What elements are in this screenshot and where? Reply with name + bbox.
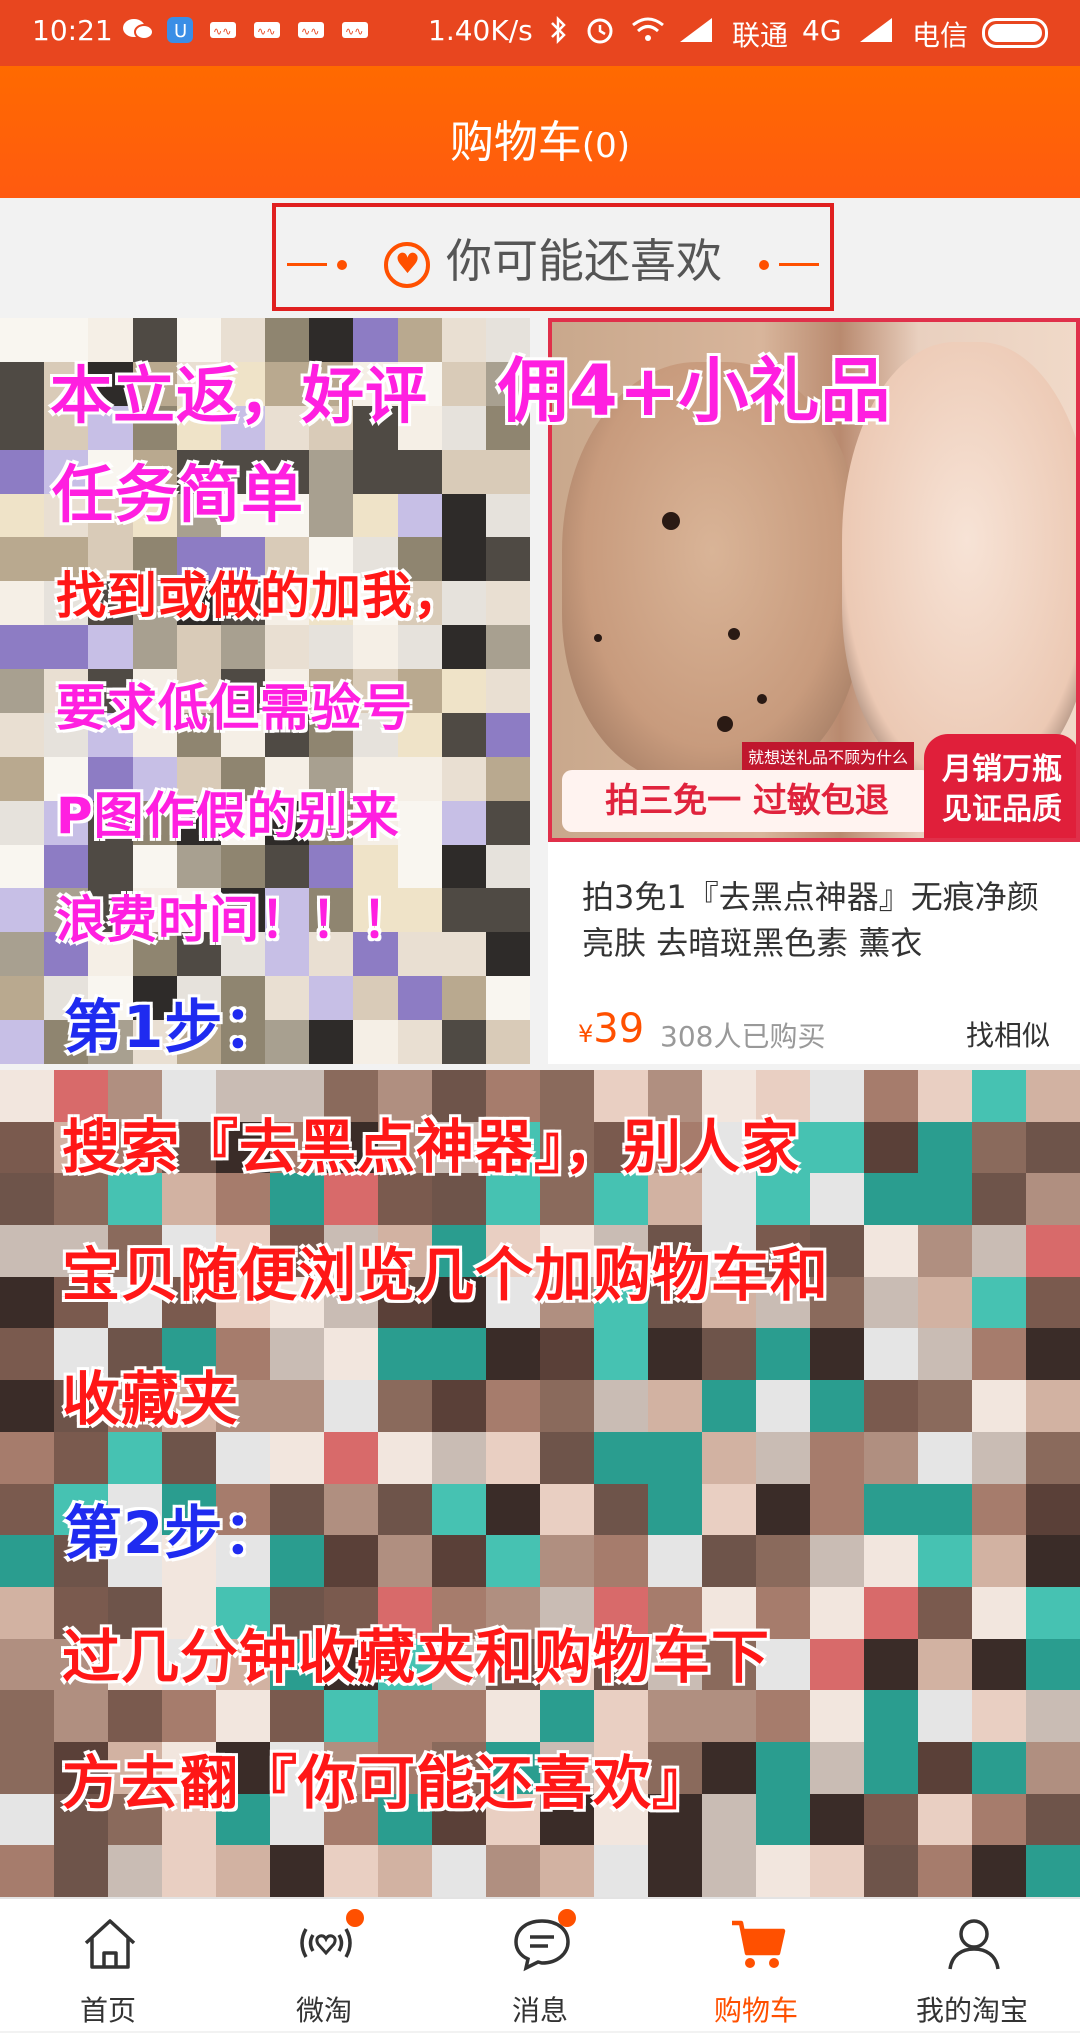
wechat-icon	[122, 16, 154, 40]
overlay-text-4: 要求低但需验号	[56, 679, 413, 737]
signal-notification-icon: ∿∿	[252, 16, 282, 40]
tab-label: 购物车	[713, 1994, 798, 2027]
status-time: 10:21	[32, 14, 113, 47]
wifi-icon	[630, 14, 666, 41]
cell-signal-icon	[858, 16, 894, 42]
step-2-label: 第2步：	[64, 1499, 283, 1567]
tab-label: 我的淘宝	[915, 1994, 1028, 2027]
heart-icon	[384, 241, 430, 288]
net-speed: 1.40K/s	[428, 14, 533, 47]
svg-text:∿∿: ∿∿	[213, 25, 231, 38]
bottom-tab-bar: 首页 微淘 消息 购物车 我的淘宝	[0, 1897, 1080, 2031]
step-1-text-2: 宝贝随便浏览几个加购物车和	[62, 1241, 830, 1309]
tab-label: 微淘	[295, 1994, 352, 2027]
sold-count: 308人已购买	[660, 1020, 826, 1053]
bluetooth-icon	[548, 14, 568, 45]
carrier-1: 联通	[732, 19, 789, 52]
tab-cart[interactable]: 购物车	[648, 1899, 864, 2033]
notification-dot	[558, 1909, 576, 1927]
svg-text:∿∿: ∿∿	[345, 25, 363, 38]
tab-home[interactable]: 首页	[0, 1899, 216, 2033]
cart-count: (0)	[581, 126, 631, 166]
signal-notification-icon: ∿∿	[296, 16, 326, 40]
tab-weitao[interactable]: 微淘	[216, 1899, 432, 2033]
profile-icon	[948, 1919, 1000, 1970]
divider-line	[287, 263, 328, 266]
cart-icon	[732, 1920, 786, 1968]
alarm-icon	[584, 14, 616, 44]
status-bar: 10:21 U ∿∿ ∿∿ ∿∿ ∿∿ 1.40K/s 联通 4G 电信	[0, 0, 1080, 66]
battery-icon	[982, 18, 1048, 48]
page-title: 购物车(0)	[0, 106, 1080, 170]
svg-text:∿∿: ∿∿	[301, 25, 319, 38]
signal-notification-icon: ∿∿	[208, 16, 238, 40]
overlay-text-3: 找到或做的加我，	[56, 567, 464, 625]
app-notification-icon: U	[166, 16, 194, 43]
overlay-text-2: 任务简单	[52, 458, 305, 531]
badge-note: 就想送礼品不顾为什么	[742, 742, 915, 770]
svg-text:∿∿: ∿∿	[257, 25, 275, 38]
overlay-text-5: P图作假的别来	[56, 787, 400, 845]
cart-header: 购物车(0)	[0, 66, 1080, 198]
step-2-text-2: 方去翻『你可能还喜欢』	[62, 1749, 712, 1817]
notification-dot	[346, 1909, 364, 1927]
divider-dot	[337, 259, 348, 270]
overlay-text-1a: 本立返，好评	[50, 359, 429, 432]
home-icon	[84, 1919, 136, 1969]
tab-messages[interactable]: 消息	[432, 1899, 648, 2033]
tab-profile[interactable]: 我的淘宝	[864, 1899, 1080, 2033]
product-title[interactable]: 拍3免1『去黑点神器』无痕净颜亮肤 去暗斑黑色素 薰衣	[582, 874, 1052, 966]
step-2-text-1: 过几分钟收藏夹和购物车下	[62, 1623, 771, 1691]
divider-line	[778, 263, 819, 266]
tab-label: 首页	[79, 1994, 136, 2027]
step-1-text-1: 搜索『去黑点神器』，别人家	[62, 1113, 801, 1181]
divider-dot	[758, 259, 769, 270]
overlay-text-1b: 佣4+小礼品	[498, 350, 892, 432]
page-title-text: 购物车	[449, 117, 582, 168]
find-similar-button[interactable]: 找相似	[966, 1014, 1050, 1054]
sales-badge: 月销万瓶 见证品质	[924, 734, 1076, 838]
tab-label: 消息	[511, 1994, 568, 2027]
carrier-2: 电信	[912, 19, 969, 52]
promo-label: 拍三免一 过敏包退	[562, 770, 932, 832]
svg-text:U: U	[174, 21, 187, 42]
step-1-label: 第1步：	[64, 993, 283, 1061]
cell-signal-icon	[678, 16, 714, 42]
network-type: 4G	[802, 14, 842, 47]
signal-notification-icon: ∿∿	[340, 16, 370, 40]
may-like-label: 你可能还喜欢	[446, 234, 722, 288]
overlay-text-6: 浪费时间！！！	[56, 891, 413, 949]
currency-symbol: ¥	[578, 1020, 594, 1048]
may-like-header: 你可能还喜欢	[272, 203, 834, 311]
product-price: ¥39	[578, 1006, 644, 1052]
step-1-text-3: 收藏夹	[62, 1365, 240, 1433]
price-value: 39	[593, 1006, 645, 1052]
